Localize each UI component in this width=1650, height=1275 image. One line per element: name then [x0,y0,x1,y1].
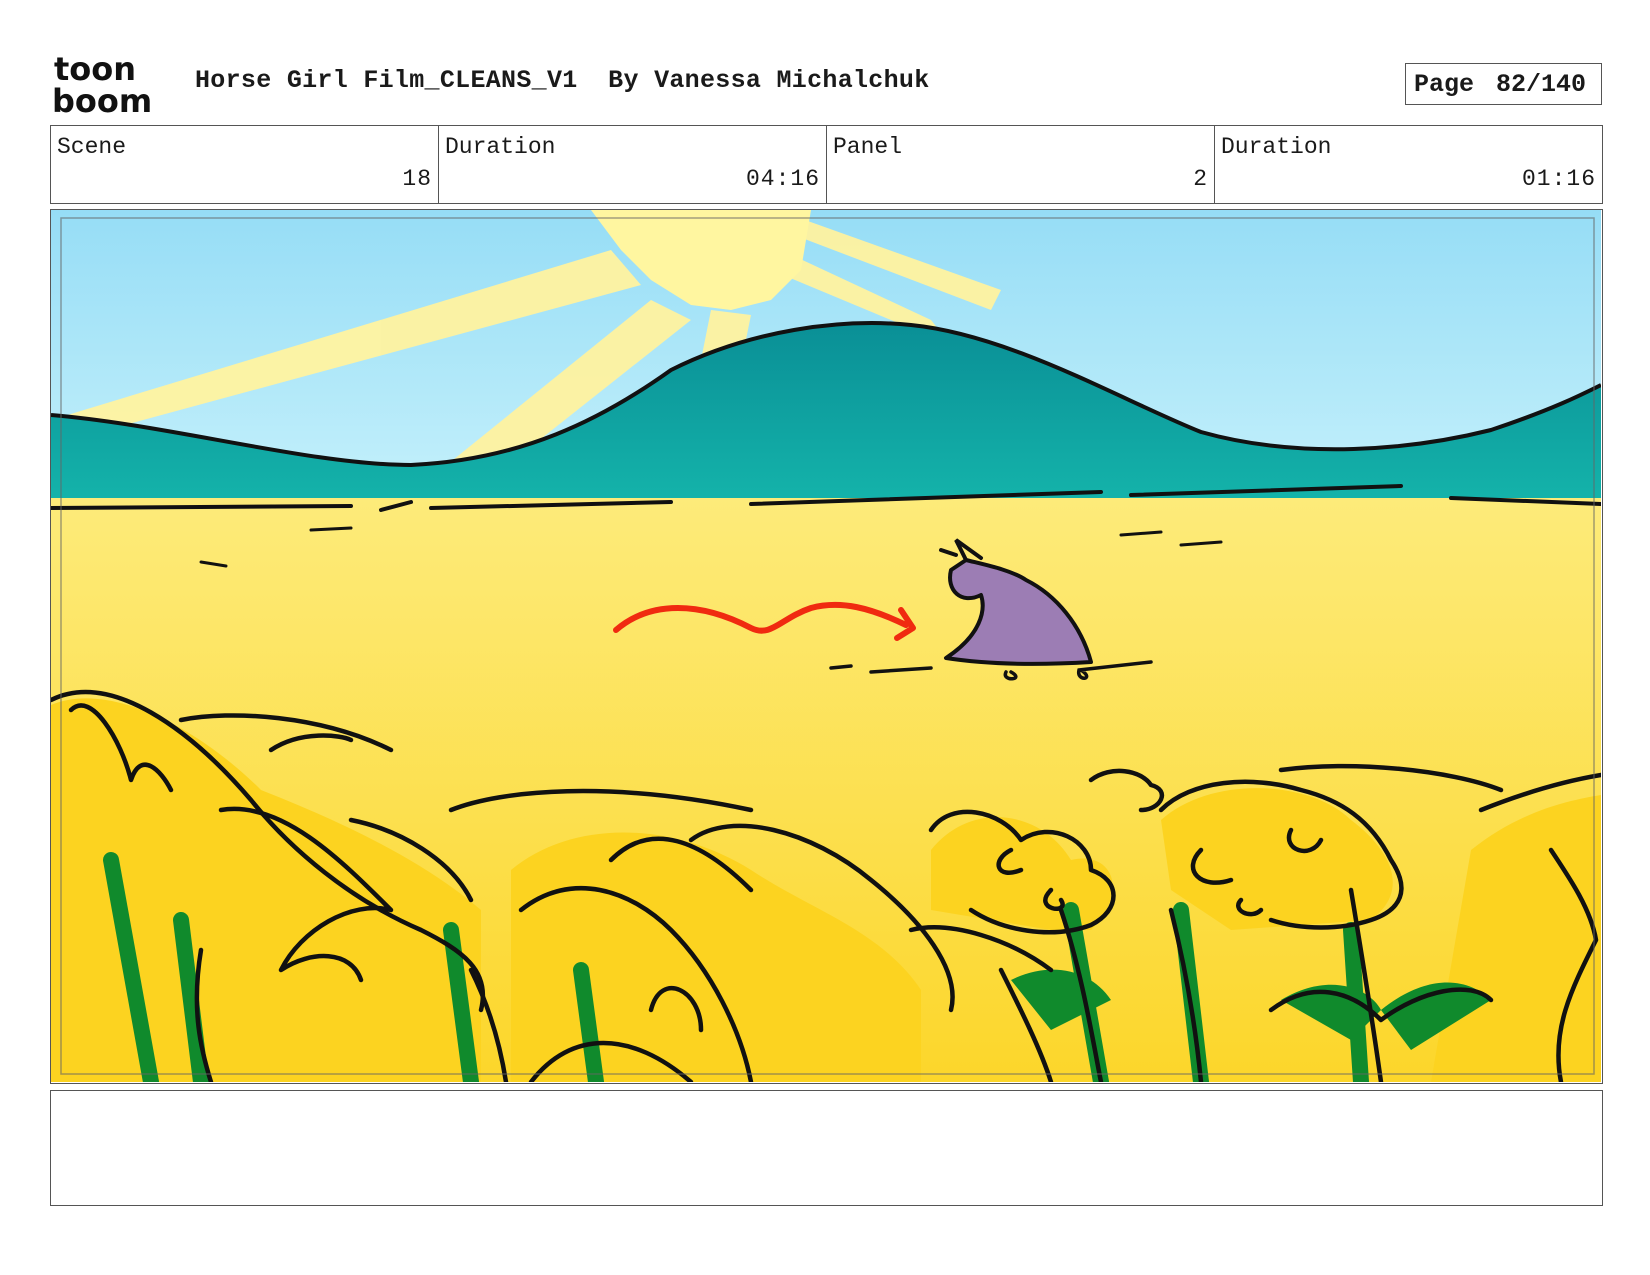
storyboard-panel [50,209,1603,1084]
panel-duration-cell: Duration 01:16 [1215,126,1602,203]
panel-artwork [51,210,1601,1082]
storyboard-title: Horse Girl Film_CLEANS_V1 By Vanessa Mic… [195,66,930,95]
scene-duration-label: Duration [445,134,556,160]
scene-duration-cell: Duration 04:16 [439,126,827,203]
panel-value: 2 [1193,166,1208,192]
page-indicator: Page 82/140 [1405,63,1602,105]
scene-value: 18 [402,166,432,192]
scene-info-table: Scene 18 Duration 04:16 Panel 2 Duration… [50,125,1603,204]
scene-cell: Scene 18 [51,126,439,203]
page-label: Page [1414,69,1475,99]
panel-label: Panel [833,134,903,160]
panel-notes-box[interactable] [50,1090,1603,1206]
panel-duration-value: 01:16 [1521,166,1596,192]
toon-boom-logo: toon boom [52,50,170,120]
logo-text-bottom: boom [52,82,152,114]
panel-cell: Panel 2 [827,126,1215,203]
scene-duration-value: 04:16 [745,166,820,192]
scene-label: Scene [57,134,127,160]
page-number: 82/140 [1496,69,1587,99]
panel-duration-label: Duration [1221,134,1332,160]
